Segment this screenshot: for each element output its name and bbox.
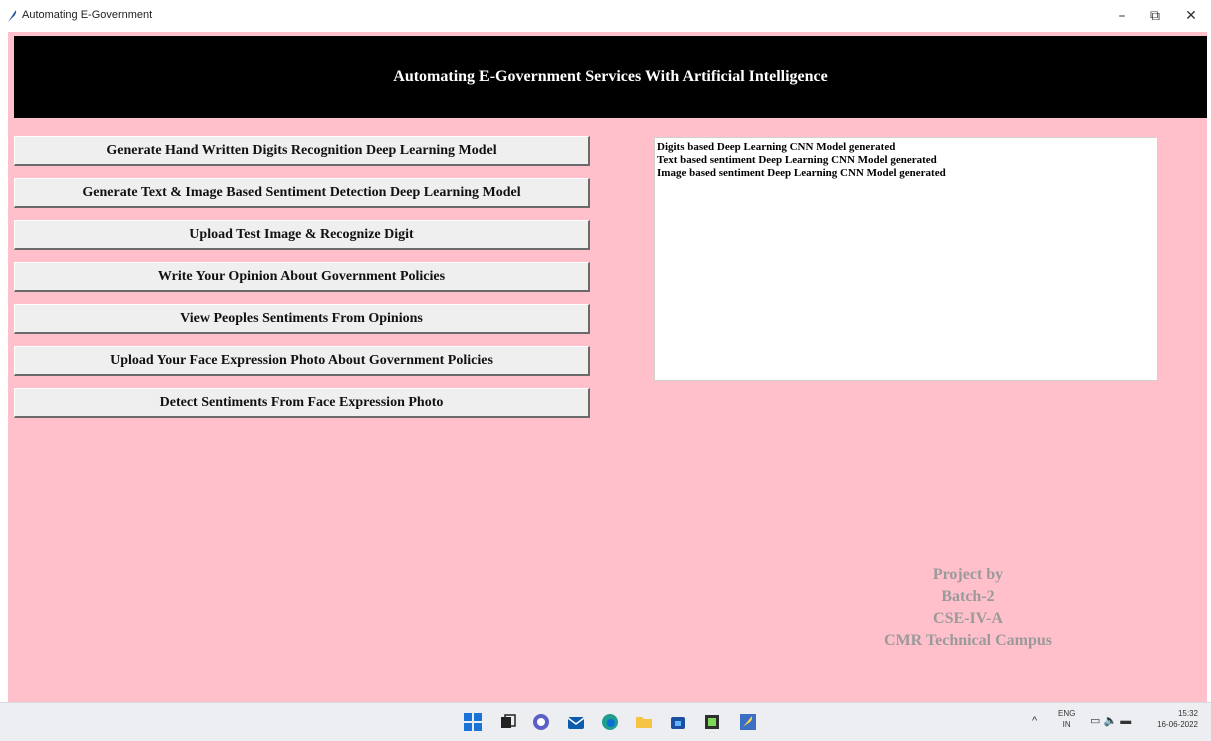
language-indicator[interactable]: ENG IN xyxy=(1058,708,1075,730)
generate-sentiment-model-button[interactable]: Generate Text & Image Based Sentiment De… xyxy=(14,178,590,208)
upload-face-photo-button[interactable]: Upload Your Face Expression Photo About … xyxy=(14,346,590,376)
volume-icon: 🔈 xyxy=(1103,715,1118,727)
close-button[interactable]: ✕ xyxy=(1177,4,1205,28)
feather-app-icon xyxy=(8,10,17,22)
close-icon: ✕ xyxy=(1185,8,1197,24)
output-line: Digits based Deep Learning CNN Model gen… xyxy=(657,141,896,153)
taskbar: ^ ENG IN ▭ 🔈 ▬ 15:32 16-06-2022 xyxy=(0,702,1211,741)
clock-time: 15:32 xyxy=(1177,709,1198,718)
view-sentiments-button[interactable]: View Peoples Sentiments From Opinions xyxy=(14,304,590,334)
write-opinion-button[interactable]: Write Your Opinion About Government Poli… xyxy=(14,262,590,292)
region-code: IN xyxy=(1062,720,1071,729)
detect-face-sentiment-button[interactable]: Detect Sentiments From Face Expression P… xyxy=(14,388,590,418)
credits-line: Batch-2 xyxy=(941,588,995,605)
system-clock[interactable]: 15:32 16-06-2022 xyxy=(1150,708,1198,730)
output-text-area[interactable]: Digits based Deep Learning CNN Model gen… xyxy=(654,137,1158,381)
output-line: Text based sentiment Deep Learning CNN M… xyxy=(657,154,937,166)
credits-line: Project by xyxy=(932,566,1004,583)
store-icon[interactable] xyxy=(667,711,689,733)
maximize-icon: ⧉ xyxy=(1150,8,1160,24)
window-titlebar: Automating E-Government – ⧉ ✕ xyxy=(0,0,1211,32)
tray-overflow-chevron-icon[interactable]: ^ xyxy=(1032,715,1037,727)
output-line: Image based sentiment Deep Learning CNN … xyxy=(657,167,946,179)
maximize-button[interactable]: ⧉ xyxy=(1141,4,1169,28)
task-view-icon[interactable] xyxy=(497,711,519,733)
network-icon: ▭ xyxy=(1090,715,1101,727)
clock-date: 16-06-2022 xyxy=(1157,720,1198,729)
feather-app-icon[interactable] xyxy=(737,711,759,733)
app-banner-title: Automating E-Government Services With Ar… xyxy=(14,36,1207,118)
upload-test-image-button[interactable]: Upload Test Image & Recognize Digit xyxy=(14,220,590,250)
mail-icon[interactable] xyxy=(565,711,587,733)
minimize-button[interactable]: – xyxy=(1108,4,1136,28)
generate-digits-model-button[interactable]: Generate Hand Written Digits Recognition… xyxy=(14,136,590,166)
window-title: Automating E-Government xyxy=(22,9,153,21)
app-client-area: Automating E-Government Services With Ar… xyxy=(8,32,1207,702)
file-explorer-icon[interactable] xyxy=(633,711,655,733)
tray-status-icons[interactable]: ▭ 🔈 ▬ xyxy=(1090,714,1131,727)
chat-icon[interactable] xyxy=(530,711,552,733)
language-code: ENG xyxy=(1058,709,1076,718)
edge-browser-icon[interactable] xyxy=(599,711,621,733)
battery-icon: ▬ xyxy=(1120,715,1132,727)
python-app-icon[interactable] xyxy=(701,711,723,733)
credits-line: CSE-IV-A xyxy=(933,610,1003,627)
credits-line: CMR Technical Campus xyxy=(883,632,1053,649)
project-credits: Project by Batch-2 CSE-IV-A CMR Technica… xyxy=(848,564,1088,652)
minimize-icon: – xyxy=(1118,8,1126,24)
windows-start-icon[interactable] xyxy=(462,711,484,733)
